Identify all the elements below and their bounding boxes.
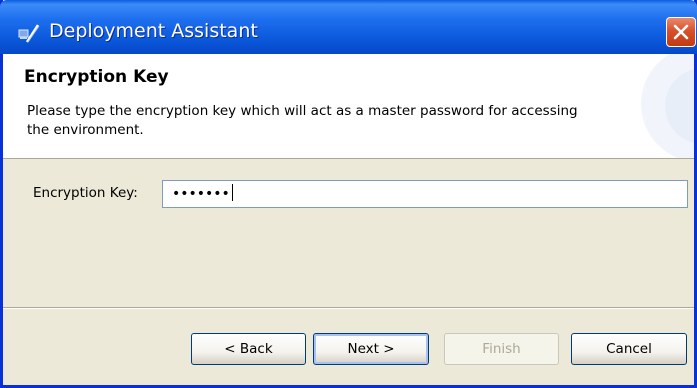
deployment-assistant-icon	[18, 22, 40, 44]
header-decoration	[641, 54, 694, 158]
encryption-key-label: Encryption Key:	[33, 185, 138, 201]
finish-button[interactable]: Finish	[444, 333, 559, 365]
page-description: Please type the encryption key which wil…	[27, 103, 578, 138]
title-bar[interactable]: Deployment Assistant	[0, 0, 697, 54]
wizard-header: Encryption Key Please type the encryptio…	[3, 54, 694, 159]
page-title: Encryption Key	[24, 67, 169, 87]
close-button[interactable]	[666, 17, 696, 47]
text-caret	[231, 184, 233, 201]
encryption-key-value: •••••••	[172, 184, 233, 202]
close-icon	[673, 24, 689, 40]
next-button[interactable]: Next >	[313, 333, 429, 365]
cancel-button[interactable]: Cancel	[571, 333, 687, 365]
button-separator	[3, 307, 694, 309]
window-title: Deployment Assistant	[49, 20, 258, 42]
deployment-assistant-window: Deployment Assistant Encryption Key Plea…	[0, 0, 697, 388]
masked-key-text: •••••••	[172, 186, 230, 202]
back-button[interactable]: < Back	[191, 333, 306, 365]
encryption-key-field[interactable]: •••••••	[162, 180, 688, 208]
